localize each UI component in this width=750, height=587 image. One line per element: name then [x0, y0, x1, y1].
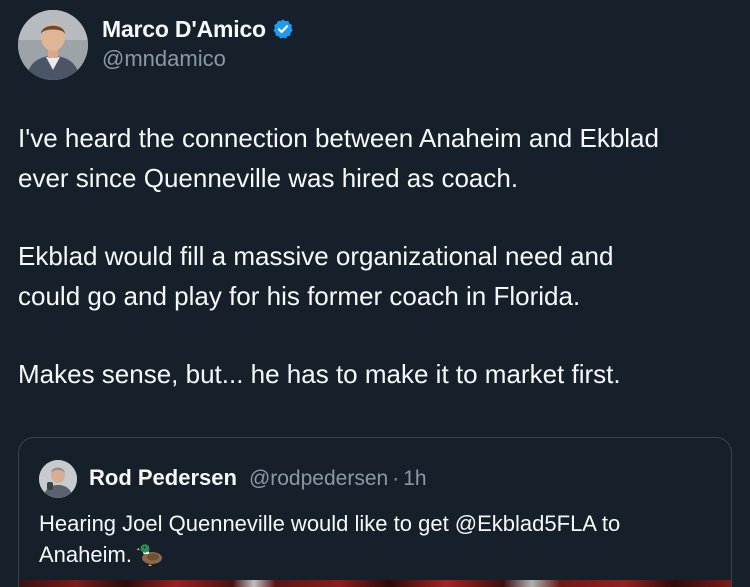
- quoted-header-separator: ·: [392, 467, 400, 490]
- quoted-text-line: Hearing Joel Quenneville would like to g…: [39, 511, 621, 536]
- quoted-author-avatar-image: [39, 460, 77, 498]
- author-name-row: Marco D'Amico: [102, 14, 294, 44]
- tweet-text-line: Makes sense, but... he has to make it to…: [18, 359, 621, 389]
- author-avatar[interactable]: [18, 10, 88, 80]
- author-handle[interactable]: @mndamico: [102, 46, 226, 72]
- tweet-text-line: ever since Quenneville was hired as coac…: [18, 163, 519, 193]
- verified-badge-icon: [273, 19, 293, 39]
- quoted-author-name[interactable]: Rod Pedersen: [89, 465, 237, 491]
- tweet-text: I've heard the connection between Anahei…: [18, 118, 738, 394]
- quoted-author-avatar[interactable]: [39, 460, 77, 498]
- tweet-text-line: could go and play for his former coach i…: [18, 281, 581, 311]
- author-avatar-image: [18, 10, 88, 80]
- quoted-tweet-text: Hearing Joel Quenneville would like to g…: [39, 508, 719, 570]
- quoted-tweet-header: Rod Pedersen @rodpedersen · 1h: [89, 465, 427, 491]
- quoted-text-line: Anaheim.: [39, 542, 132, 567]
- tweet[interactable]: Marco D'Amico @mndamico I've heard the c…: [0, 0, 750, 587]
- quoted-tweet-timestamp[interactable]: 1h: [403, 467, 426, 491]
- quoted-tweet-card[interactable]: Rod Pedersen @rodpedersen · 1h Hearing J…: [18, 437, 732, 587]
- quoted-tweet-media[interactable]: [19, 580, 731, 587]
- quoted-author-handle[interactable]: @rodpedersen: [249, 467, 388, 491]
- duck-icon: [136, 544, 162, 566]
- author-name[interactable]: Marco D'Amico: [102, 16, 266, 43]
- tweet-text-line: Ekblad would fill a massive organization…: [18, 241, 614, 271]
- tweet-text-line: I've heard the connection between Anahei…: [18, 123, 659, 153]
